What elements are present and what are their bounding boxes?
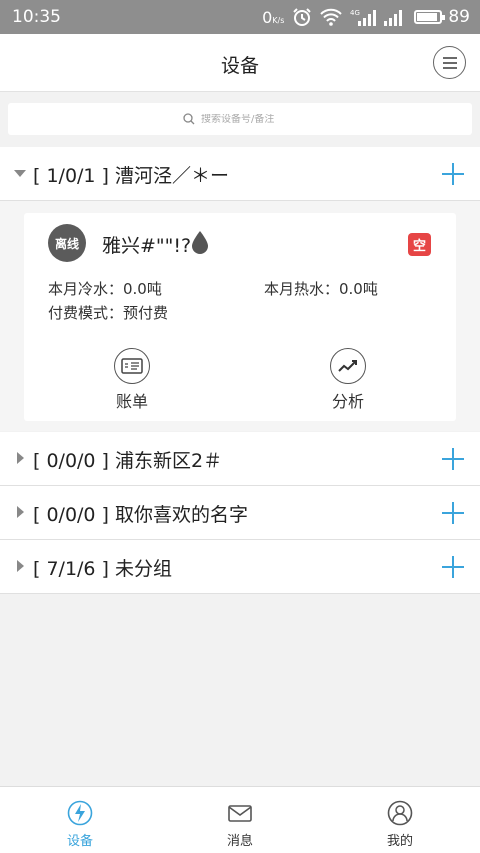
bill-button[interactable]: 账单 xyxy=(92,348,172,412)
battery-fill xyxy=(417,13,437,21)
search-icon xyxy=(183,113,195,125)
device-type-badge: 空 xyxy=(408,233,431,256)
network-speed: 0K/s xyxy=(262,7,285,27)
lightning-icon xyxy=(67,800,93,826)
collapse-arrow-icon xyxy=(17,560,24,572)
bill-icon xyxy=(114,348,150,384)
app-header: 设备 xyxy=(0,34,480,92)
group-row[interactable]: [ 7/1/6 ] 未分组 xyxy=(0,540,480,594)
signal-icon xyxy=(384,8,406,26)
wifi-icon xyxy=(320,8,343,26)
user-icon xyxy=(387,800,413,826)
expand-arrow-icon xyxy=(14,170,26,177)
battery-percent: 89 xyxy=(448,7,470,27)
group-label: [ 0/0/0 ] 取你喜欢的名字 xyxy=(33,504,249,526)
signal-4g-icon: 4G xyxy=(350,8,377,26)
group-row[interactable]: [ 0/0/0 ] 取你喜欢的名字 xyxy=(0,486,480,540)
hot-water-usage: 本月热水：0.0吨 xyxy=(264,280,378,298)
nav-devices-label: 设备 xyxy=(66,834,93,849)
status-icons: 0K/s 4G 89 xyxy=(262,7,470,27)
search-input[interactable] xyxy=(201,113,297,125)
cold-water-usage: 本月冷水：0.0吨 xyxy=(48,280,162,298)
mail-icon xyxy=(228,805,252,822)
status-time: 10:35 xyxy=(12,7,61,27)
add-device-button[interactable] xyxy=(442,163,464,185)
nav-profile-label: 我的 xyxy=(386,834,413,849)
svg-text:4G: 4G xyxy=(350,9,360,17)
nav-devices[interactable]: 设备 xyxy=(0,787,160,853)
menu-icon xyxy=(442,56,457,69)
collapse-arrow-icon xyxy=(17,452,24,464)
add-device-button[interactable] xyxy=(442,556,464,578)
nav-profile[interactable]: 我的 xyxy=(320,787,480,853)
status-bar: 10:35 0K/s 4G 89 xyxy=(0,0,480,34)
device-name: 雅兴#""!? xyxy=(102,235,192,257)
nav-messages[interactable]: 消息 xyxy=(160,787,320,853)
alarm-icon xyxy=(292,7,312,27)
add-device-button[interactable] xyxy=(442,448,464,470)
analysis-label: 分析 xyxy=(331,392,364,411)
group-row[interactable]: [ 0/0/0 ] 浦东新区2＃ xyxy=(0,432,480,486)
device-list: 离线 雅兴#""!? 空 本月冷水：0.0吨 本月热水：0.0吨 付费模式：预付… xyxy=(0,201,480,431)
collapse-arrow-icon xyxy=(17,506,24,518)
search-bar[interactable] xyxy=(8,103,472,135)
nav-messages-label: 消息 xyxy=(226,834,253,849)
analysis-icon xyxy=(330,348,366,384)
group-label: [ 1/0/1 ] 漕河泾／＊ー xyxy=(33,165,230,187)
menu-button[interactable] xyxy=(433,46,466,79)
device-card[interactable]: 离线 雅兴#""!? 空 本月冷水：0.0吨 本月热水：0.0吨 付费模式：预付… xyxy=(24,213,456,421)
battery-indicator: 89 xyxy=(414,7,470,27)
bottom-nav: 设备 消息 我的 xyxy=(0,786,480,853)
battery-icon xyxy=(414,10,446,24)
payment-mode: 付费模式：预付费 xyxy=(48,304,169,322)
water-drop-icon xyxy=(191,230,209,258)
group-label: [ 0/0/0 ] 浦东新区2＃ xyxy=(33,450,223,472)
group-row[interactable]: [ 1/0/1 ] 漕河泾／＊ー xyxy=(0,147,480,201)
bill-label: 账单 xyxy=(115,392,148,411)
group-label: [ 7/1/6 ] 未分组 xyxy=(33,558,173,580)
analysis-button[interactable]: 分析 xyxy=(308,348,388,412)
page-title: 设备 xyxy=(220,55,259,77)
offline-status-badge: 离线 xyxy=(48,224,86,262)
add-device-button[interactable] xyxy=(442,502,464,524)
